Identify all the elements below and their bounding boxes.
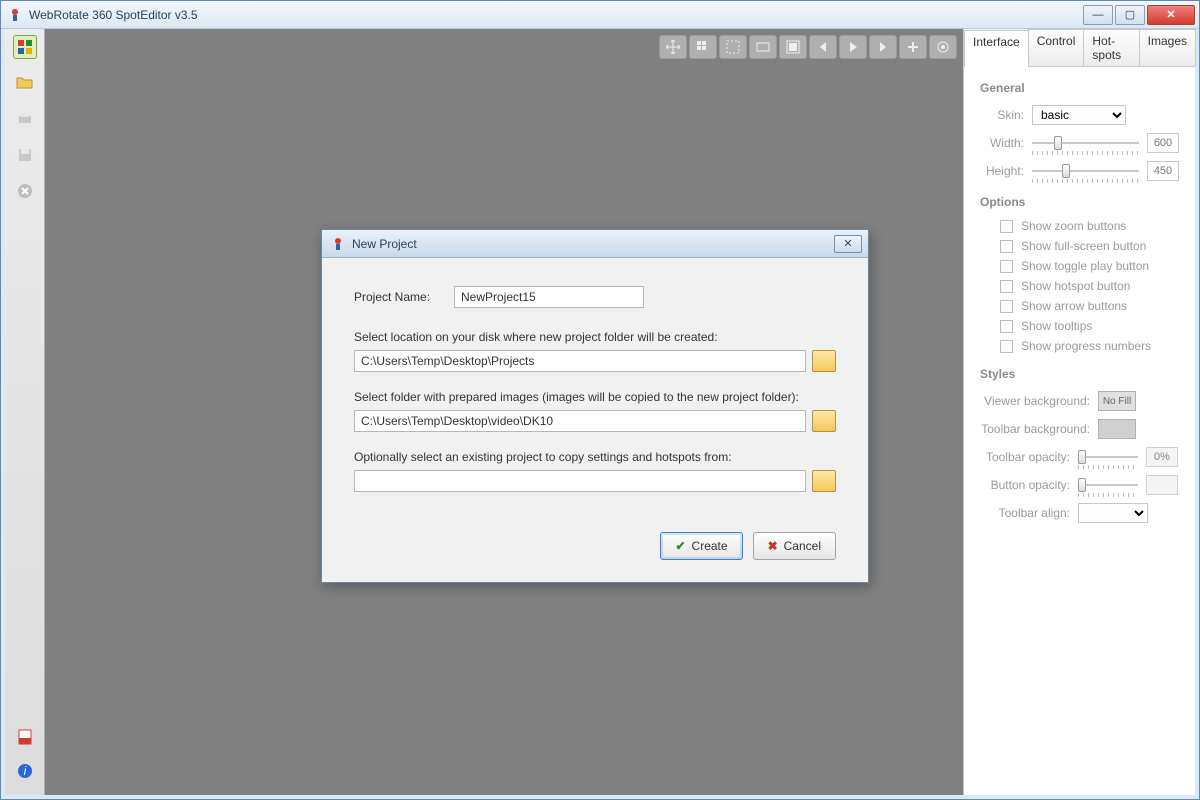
grid-icon[interactable] <box>689 35 717 59</box>
dialog-titlebar[interactable]: New Project ✕ <box>322 230 868 258</box>
section-styles: Styles <box>980 367 1179 381</box>
prev-icon[interactable] <box>809 35 837 59</box>
opt-toggleplay[interactable]: Show toggle play button <box>1000 259 1179 273</box>
browse-images-button[interactable] <box>812 410 836 432</box>
browse-copyfrom-button[interactable] <box>812 470 836 492</box>
dialog-actions: ✔ Create ✖ Cancel <box>322 532 868 582</box>
copyfrom-instruction: Optionally select an existing project to… <box>354 450 836 464</box>
images-input[interactable] <box>354 410 806 432</box>
close-button[interactable]: ✕ <box>1147 5 1195 25</box>
create-button[interactable]: ✔ Create <box>660 532 742 560</box>
section-options: Options <box>980 195 1179 209</box>
move-icon[interactable] <box>659 35 687 59</box>
cancel-button[interactable]: ✖ Cancel <box>753 532 836 560</box>
folder-open-icon[interactable] <box>13 71 37 95</box>
minimize-button[interactable]: — <box>1083 5 1113 25</box>
toolbar-opacity-value: 0% <box>1146 447 1178 467</box>
panel-body: General Skin: basic Width: 600 Height: 4… <box>964 67 1195 545</box>
info-icon[interactable]: i <box>13 759 37 783</box>
toolbar-opacity-slider[interactable] <box>1078 447 1138 467</box>
titlebar[interactable]: WebRotate 360 SpotEditor v3.5 — ▢ ✕ <box>1 1 1199 29</box>
next-icon[interactable] <box>869 35 897 59</box>
window-buttons: — ▢ ✕ <box>1083 5 1195 25</box>
tab-hotspots[interactable]: Hot-spots <box>1083 29 1139 66</box>
opt-arrows[interactable]: Show arrow buttons <box>1000 299 1179 313</box>
width-label: Width: <box>980 136 1024 150</box>
window-title: WebRotate 360 SpotEditor v3.5 <box>29 8 1083 22</box>
location-instruction: Select location on your disk where new p… <box>354 330 836 344</box>
height-slider[interactable] <box>1032 161 1139 181</box>
toolbar-align-label: Toolbar align: <box>980 506 1070 520</box>
svg-text:i: i <box>23 764 26 778</box>
section-general: General <box>980 81 1179 95</box>
height-value[interactable]: 450 <box>1147 161 1179 181</box>
button-opacity-value <box>1146 475 1178 495</box>
tab-images[interactable]: Images <box>1139 29 1196 66</box>
workspace: New Project ✕ Project Name: Select locat… <box>45 29 963 795</box>
save-icon[interactable] <box>13 143 37 167</box>
dialog-body: Project Name: Select location on your di… <box>322 258 868 532</box>
maximize-button[interactable]: ▢ <box>1115 5 1145 25</box>
toolbar-bg-label: Toolbar background: <box>980 422 1090 436</box>
select-area-icon[interactable] <box>719 35 747 59</box>
dialog-app-icon <box>330 236 346 252</box>
print-icon[interactable] <box>13 107 37 131</box>
height-label: Height: <box>980 164 1024 178</box>
check-icon: ✔ <box>675 539 685 553</box>
opt-hotspot[interactable]: Show hotspot button <box>1000 279 1179 293</box>
tab-interface[interactable]: Interface <box>964 30 1029 67</box>
dialog-title: New Project <box>352 237 834 251</box>
skin-select[interactable]: basic <box>1032 105 1126 125</box>
target-icon[interactable] <box>929 35 957 59</box>
x-icon: ✖ <box>768 539 778 553</box>
toolbar-align-select[interactable] <box>1078 503 1148 523</box>
copyfrom-input[interactable] <box>354 470 806 492</box>
opt-fullscreen[interactable]: Show full-screen button <box>1000 239 1179 253</box>
images-instruction: Select folder with prepared images (imag… <box>354 390 836 404</box>
add-icon[interactable] <box>899 35 927 59</box>
location-input[interactable] <box>354 350 806 372</box>
width-value[interactable]: 600 <box>1147 133 1179 153</box>
app-window: WebRotate 360 SpotEditor v3.5 — ▢ ✕ <box>0 0 1200 800</box>
toolbar-opacity-label: Toolbar opacity: <box>980 450 1070 464</box>
toolbar-bg-swatch[interactable] <box>1098 419 1136 439</box>
button-opacity-slider[interactable] <box>1078 475 1138 495</box>
new-project-dialog: New Project ✕ Project Name: Select locat… <box>321 229 869 583</box>
opt-tooltips[interactable]: Show tooltips <box>1000 319 1179 333</box>
project-name-label: Project Name: <box>354 290 442 304</box>
viewer-bg-label: Viewer background: <box>980 394 1090 408</box>
properties-panel: Interface Control Hot-spots Images Gener… <box>963 29 1195 795</box>
project-name-input[interactable] <box>454 286 644 308</box>
viewer-bg-swatch[interactable]: No Fill <box>1098 391 1136 411</box>
frame-icon[interactable] <box>749 35 777 59</box>
button-opacity-label: Button opacity: <box>980 478 1070 492</box>
opt-zoom[interactable]: Show zoom buttons <box>1000 219 1179 233</box>
skin-label: Skin: <box>980 108 1024 122</box>
app-icon <box>7 7 23 23</box>
close-project-icon[interactable] <box>13 179 37 203</box>
pdf-icon[interactable] <box>13 725 37 749</box>
browse-location-button[interactable] <box>812 350 836 372</box>
tool-panels-icon[interactable] <box>13 35 37 59</box>
dialog-close-button[interactable]: ✕ <box>834 235 862 253</box>
width-slider[interactable] <box>1032 133 1139 153</box>
client-area: i <box>1 29 1199 799</box>
cancel-button-label: Cancel <box>784 539 821 553</box>
left-toolbar: i <box>5 29 45 795</box>
create-button-label: Create <box>692 539 728 553</box>
play-icon[interactable] <box>839 35 867 59</box>
opt-progress[interactable]: Show progress numbers <box>1000 339 1179 353</box>
fullscreen-icon[interactable] <box>779 35 807 59</box>
toolbar-spacer <box>13 215 37 713</box>
panel-tabs: Interface Control Hot-spots Images <box>964 29 1195 67</box>
viewer-toolbar <box>659 35 957 59</box>
tab-control[interactable]: Control <box>1028 29 1085 66</box>
